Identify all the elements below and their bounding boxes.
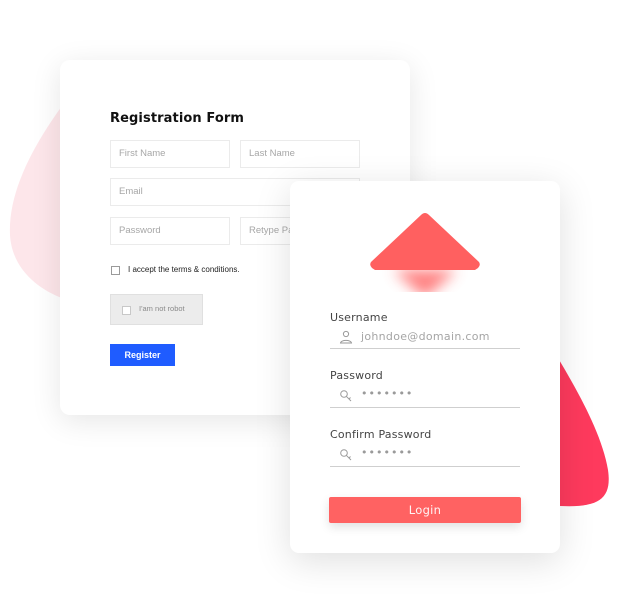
username-input[interactable]: johndoe@domain.com [330, 327, 520, 349]
diamond-logo-icon [370, 213, 480, 292]
captcha-box: I'am not robot [110, 294, 203, 325]
password-input[interactable]: Password [110, 217, 230, 245]
register-button[interactable]: Register [110, 344, 175, 366]
first-name-input[interactable]: First Name [110, 140, 230, 168]
password-input[interactable]: ••••••• [330, 386, 520, 408]
captcha-checkbox[interactable] [122, 306, 131, 315]
user-icon [339, 330, 353, 344]
password-value: ••••••• [361, 387, 414, 400]
captcha-label: I'am not robot [139, 304, 185, 313]
login-form-card: Username johndoe@domain.com Password •••… [290, 181, 560, 553]
terms-checkbox[interactable] [111, 266, 120, 275]
key-icon [340, 390, 352, 402]
terms-label: I accept the terms & conditions. [128, 265, 240, 274]
registration-form-title: Registration Form [110, 111, 245, 126]
confirm-password-label: Confirm Password [330, 428, 432, 441]
confirm-password-value: ••••••• [361, 446, 414, 459]
username-value: johndoe@domain.com [361, 330, 490, 343]
confirm-password-input[interactable]: ••••••• [330, 445, 520, 467]
password-label: Password [330, 369, 383, 382]
last-name-input[interactable]: Last Name [240, 140, 360, 168]
key-icon [340, 449, 352, 461]
login-button[interactable]: Login [329, 497, 521, 523]
username-label: Username [330, 311, 388, 324]
